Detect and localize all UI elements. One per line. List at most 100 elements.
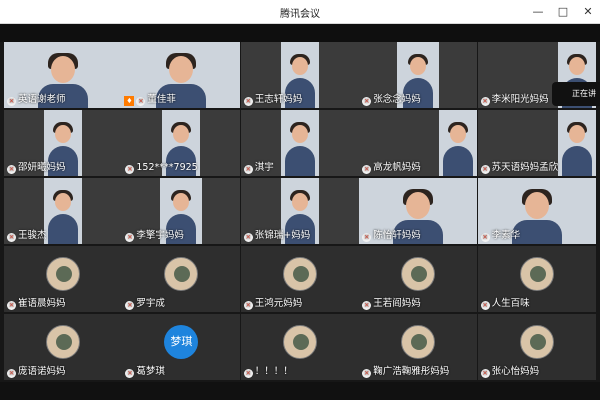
participant-name-text: 陈怡轩妈妈: [373, 230, 421, 241]
participant-tile[interactable]: × 陈怡轩妈妈: [359, 178, 478, 244]
participant-avatar: [282, 325, 317, 359]
participant-tile[interactable]: × 张锦瑞+妈妈: [240, 178, 359, 244]
participant-name-text: 英语谢老师: [18, 94, 66, 105]
muted-mic-icon: ×: [7, 165, 16, 174]
muted-mic-icon: ×: [480, 233, 490, 242]
participant-grid: × 英语谢老师 ♦ × 董佳菲 × 王志轩妈妈 × 张念念妈妈 × 李米阳光妈妈 × 邵妍曦妈妈 × 152…: [4, 42, 596, 382]
participant-name-text: 王骏杰: [18, 230, 47, 241]
participant-name-text: 张念念妈妈: [373, 94, 421, 105]
participant-name: ×！！！！: [243, 366, 293, 378]
participant-tile[interactable]: × 王若阎妈妈: [359, 246, 478, 312]
participant-name: × 152****7925: [125, 162, 198, 174]
muted-mic-icon: ×: [480, 369, 490, 378]
muted-mic-icon: ×: [362, 165, 372, 174]
participant-name: × 鞠广浩鞠雅彤妈妈: [362, 366, 449, 378]
muted-mic-icon: ×: [125, 233, 135, 242]
muted-mic-icon: ×: [243, 369, 253, 378]
participant-tile[interactable]: × 李素华: [477, 178, 596, 244]
participant-name: × 罗宇成: [125, 298, 165, 310]
minimize-button[interactable]: —: [530, 4, 546, 20]
muted-mic-icon: ×: [362, 97, 372, 106]
window-title: 腾讯会议: [280, 9, 320, 20]
video-feed: [280, 110, 319, 176]
meeting-window: 腾讯会议 — □ ✕ × 英语谢老师 ♦ × 董佳菲 × 王志轩妈妈 × 张念念妈妈 × 李米阳光妈…: [0, 0, 600, 400]
muted-mic-icon: ×: [7, 301, 16, 310]
video-feed: [439, 110, 478, 176]
participant-avatar: [401, 257, 436, 291]
participant-avatar: [164, 257, 199, 291]
participant-name-text: 淇宇: [254, 162, 274, 173]
participant-tile[interactable]: ×！！！！: [240, 314, 359, 380]
participant-tile[interactable]: × 王志轩妈妈: [240, 42, 359, 108]
participant-name-text: 王鸿元妈妈: [254, 298, 303, 309]
participant-name-text: ！！！！: [254, 366, 293, 377]
participant-name: × 王志轩妈妈: [243, 94, 303, 106]
muted-mic-icon: ×: [125, 165, 135, 174]
muted-mic-icon: ×: [243, 301, 253, 310]
top-strip: [0, 24, 600, 42]
participant-name-text: 张锦瑞+妈妈: [254, 230, 311, 241]
participant-tile[interactable]: × 王骏杰: [4, 178, 122, 244]
participant-tile[interactable]: × 高龙帆妈妈: [359, 110, 478, 176]
participant-name-text: 王若阎妈妈: [373, 298, 421, 309]
title-bar: 腾讯会议 — □ ✕: [0, 0, 600, 24]
host-icon: ♦: [124, 96, 135, 106]
participant-name: × 葛梦琪: [125, 366, 165, 378]
participant-tile[interactable]: × 苏天语妈妈孟欣: [477, 110, 596, 176]
muted-mic-icon: ×: [136, 97, 146, 106]
participant-avatar: [46, 257, 80, 291]
participant-name: × 董佳菲: [136, 94, 176, 106]
participant-name: × 崔语晨妈妈: [7, 298, 66, 310]
close-button[interactable]: ✕: [580, 4, 596, 20]
participant-tile[interactable]: × 罗宇成: [122, 246, 241, 312]
participant-tile[interactable]: × 鞠广浩鞠雅彤妈妈: [359, 314, 478, 380]
participant-name: × 庞语诺妈妈: [7, 366, 66, 378]
muted-mic-icon: ×: [362, 233, 372, 242]
participant-tile[interactable]: × 152****7925: [122, 110, 241, 176]
meeting-footer: [0, 382, 600, 400]
muted-mic-icon: ×: [125, 369, 135, 378]
participant-tile[interactable]: × 王鸿元妈妈: [240, 246, 359, 312]
video-feed: [557, 110, 596, 176]
participant-name-text: 李擎宇妈妈: [136, 230, 184, 241]
muted-mic-icon: ×: [480, 301, 490, 310]
participant-name-text: 崔语晨妈妈: [18, 298, 66, 309]
participant-tile[interactable]: × 淇宇: [240, 110, 359, 176]
muted-mic-icon: ×: [362, 301, 372, 310]
participant-name-text: 王志轩妈妈: [254, 94, 303, 105]
participant-name-text: 葛梦琪: [136, 366, 165, 377]
participant-avatar: 梦琪: [164, 325, 199, 359]
participant-name-text: 高龙帆妈妈: [373, 162, 421, 173]
muted-mic-icon: ×: [243, 233, 253, 242]
muted-mic-icon: ×: [7, 233, 16, 242]
participant-tile[interactable]: × 崔语晨妈妈: [4, 246, 122, 312]
participant-tile[interactable]: × 人生百味: [477, 246, 596, 312]
participant-avatar: [519, 257, 554, 291]
participant-name-text: 李素华: [491, 230, 521, 241]
participant-tile[interactable]: 梦琪 × 葛梦琪: [122, 314, 241, 380]
participant-tile[interactable]: × 张念念妈妈: [359, 42, 478, 108]
participant-tile[interactable]: × 英语谢老师: [4, 42, 122, 108]
participant-name: × 王骏杰: [7, 230, 47, 242]
participant-tile[interactable]: × 张心怡妈妈: [477, 314, 596, 380]
muted-mic-icon: ×: [362, 369, 372, 378]
participant-name-text: 庞语诺妈妈: [18, 366, 66, 377]
participant-name: × 李米阳光妈妈: [480, 94, 549, 106]
participant-tile[interactable]: × 邵妍曦妈妈: [4, 110, 122, 176]
participant-avatar: [401, 325, 436, 359]
participant-name: × 张锦瑞+妈妈: [243, 230, 311, 242]
participant-name-text: 董佳菲: [147, 94, 176, 105]
muted-mic-icon: ×: [125, 301, 135, 310]
participant-tile[interactable]: ♦ × 董佳菲: [122, 42, 241, 108]
muted-mic-icon: ×: [243, 165, 253, 174]
participant-name: × 李素华: [480, 230, 521, 242]
participant-tile[interactable]: × 庞语诺妈妈: [4, 314, 122, 380]
participant-name: × 张心怡妈妈: [480, 366, 539, 378]
participant-name-text: 罗宇成: [136, 298, 165, 309]
participant-name-text: 李米阳光妈妈: [491, 94, 549, 105]
participant-name: × 人生百味: [480, 298, 530, 310]
participant-name: × 张念念妈妈: [362, 94, 421, 106]
participant-name-text: 人生百味: [491, 298, 530, 309]
maximize-button[interactable]: □: [555, 4, 571, 20]
participant-tile[interactable]: × 李擎宇妈妈: [122, 178, 241, 244]
